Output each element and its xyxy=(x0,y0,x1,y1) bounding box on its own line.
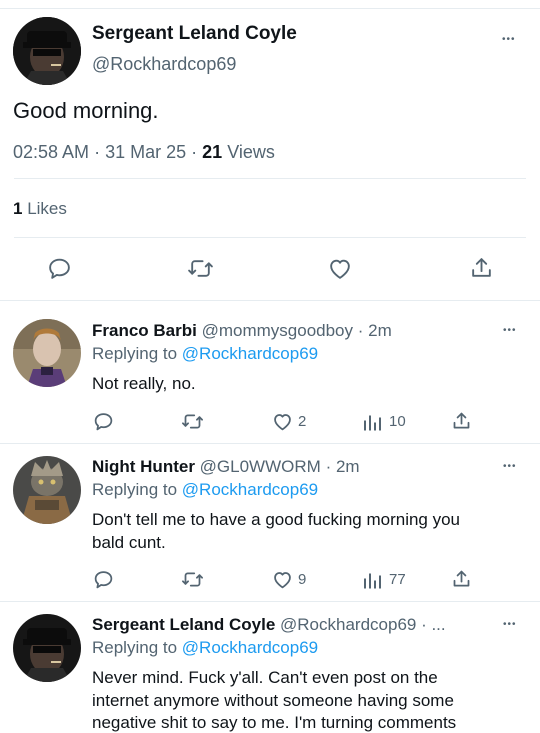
view-count: 77 xyxy=(389,571,406,588)
replying-to-link[interactable]: @Rockhardcop69 xyxy=(182,480,318,499)
retweet-icon[interactable] xyxy=(187,256,214,286)
retweet-icon[interactable] xyxy=(181,569,204,595)
divider xyxy=(0,443,540,444)
reply-header: Sergeant Leland Coyle @Rockhardcop69 · .… xyxy=(92,615,446,635)
views-count: 21 xyxy=(202,142,223,162)
views-label: Views xyxy=(227,142,275,162)
reply-header: Night Hunter @GL0WWORM · 2m xyxy=(92,457,360,477)
replying-label: Replying to xyxy=(92,480,178,499)
views-icon[interactable] xyxy=(363,569,383,595)
like-count: 2 xyxy=(298,413,307,430)
like-icon[interactable] xyxy=(272,569,293,595)
more-icon[interactable]: ••• xyxy=(503,620,517,630)
reply-time: · 2m xyxy=(357,321,392,340)
tweet-text: Good morning. xyxy=(13,98,159,123)
tweet-time: 02:58 AM xyxy=(13,142,90,162)
author-name[interactable]: Sergeant Leland Coyle xyxy=(92,615,275,634)
reply-icon[interactable] xyxy=(93,569,114,595)
more-icon[interactable]: ••• xyxy=(503,326,517,336)
divider xyxy=(14,178,526,179)
reply-text-line: Never mind. Fuck y'all. Can't even post … xyxy=(92,668,438,687)
separator: · xyxy=(191,142,203,162)
author-handle[interactable]: @mommysgoodboy xyxy=(202,321,353,340)
replying-to-link[interactable]: @Rockhardcop69 xyxy=(182,638,318,657)
replying-label: Replying to xyxy=(92,344,178,363)
replying-to: Replying to @Rockhardcop69 xyxy=(92,480,318,500)
replying-to: Replying to @Rockhardcop69 xyxy=(92,638,318,658)
tweet-date: 31 Mar 25 xyxy=(105,142,187,162)
author-handle[interactable]: @GL0WWORM xyxy=(200,457,321,476)
avatar-reply-1[interactable] xyxy=(13,319,81,387)
share-icon[interactable] xyxy=(451,568,472,595)
view-count: 10 xyxy=(389,413,406,430)
avatar-reply-2[interactable] xyxy=(13,456,81,524)
avatar-reply-3[interactable] xyxy=(13,614,81,682)
share-icon[interactable] xyxy=(451,410,472,437)
views-icon[interactable] xyxy=(363,411,383,437)
avatar-main[interactable] xyxy=(13,17,81,85)
divider xyxy=(0,601,540,602)
more-icon[interactable]: ••• xyxy=(503,462,517,472)
reply-icon[interactable] xyxy=(47,256,72,286)
divider xyxy=(0,300,540,301)
replying-to-link[interactable]: @Rockhardcop69 xyxy=(182,344,318,363)
author-handle[interactable]: @Rockhardcop69 · ... xyxy=(280,615,446,634)
reply-time: · 2m xyxy=(325,457,360,476)
divider xyxy=(14,237,526,238)
reply-text-line: internet anymore without someone having … xyxy=(92,691,454,710)
reply-icon[interactable] xyxy=(93,411,114,437)
likes-summary[interactable]: 1 Likes xyxy=(13,199,67,219)
author-name[interactable]: Night Hunter xyxy=(92,457,195,476)
separator: · xyxy=(94,142,106,162)
reply-text-line: bald cunt. xyxy=(92,533,166,552)
author-name[interactable]: Franco Barbi xyxy=(92,321,197,340)
more-icon[interactable]: ••• xyxy=(502,35,516,45)
author-handle[interactable]: @Rockhardcop69 xyxy=(92,54,236,75)
reply-text-line: negative shit to say to me. I'm turning … xyxy=(92,713,457,732)
author-name[interactable]: Sergeant Leland Coyle xyxy=(92,23,297,45)
reply-header: Franco Barbi @mommysgoodboy · 2m xyxy=(92,321,392,341)
replying-to: Replying to @Rockhardcop69 xyxy=(92,344,318,364)
like-icon[interactable] xyxy=(272,411,293,437)
top-divider xyxy=(0,0,540,9)
like-count: 9 xyxy=(298,571,307,588)
share-icon[interactable] xyxy=(469,255,494,286)
likes-label: Likes xyxy=(27,199,67,218)
retweet-icon[interactable] xyxy=(181,411,204,437)
reply-text: Not really, no. xyxy=(92,374,196,393)
tweet-meta: 02:58 AM · 31 Mar 25 · 21 Views xyxy=(13,142,275,163)
reply-text-line: Don't tell me to have a good fucking mor… xyxy=(92,510,461,529)
like-icon[interactable] xyxy=(327,256,353,286)
likes-count: 1 xyxy=(13,199,23,218)
replying-label: Replying to xyxy=(92,638,178,657)
